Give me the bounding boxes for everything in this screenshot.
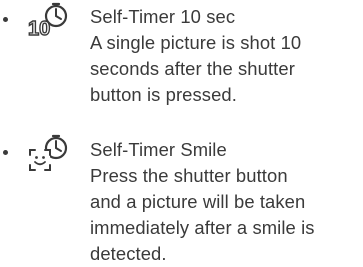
item-text-line: Press the shutter button <box>90 165 288 186</box>
item-description: Self-Timer Smile Press the shutter butto… <box>90 137 360 267</box>
self-timer-smile-icon <box>24 133 70 173</box>
item-description: Self-Timer 10 sec A single picture is sh… <box>90 4 360 108</box>
self-timer-10-sec-icon: 10 <box>24 0 70 40</box>
item-text-line: detected. <box>90 243 167 264</box>
item-text-line: and a picture will be taken <box>90 191 306 212</box>
item-text-line: seconds after the shutter <box>90 58 295 79</box>
bullet-point <box>3 150 8 155</box>
self-timer-10-label: 10 <box>28 18 50 40</box>
item-text-line: button is pressed. <box>90 84 237 105</box>
item-text-line: immediately after a smile is <box>90 217 315 238</box>
item-text-line: A single picture is shot 10 <box>90 32 302 53</box>
item-title: Self-Timer 10 sec <box>90 6 236 27</box>
bullet-point <box>3 17 8 22</box>
item-title: Self-Timer Smile <box>90 139 227 160</box>
